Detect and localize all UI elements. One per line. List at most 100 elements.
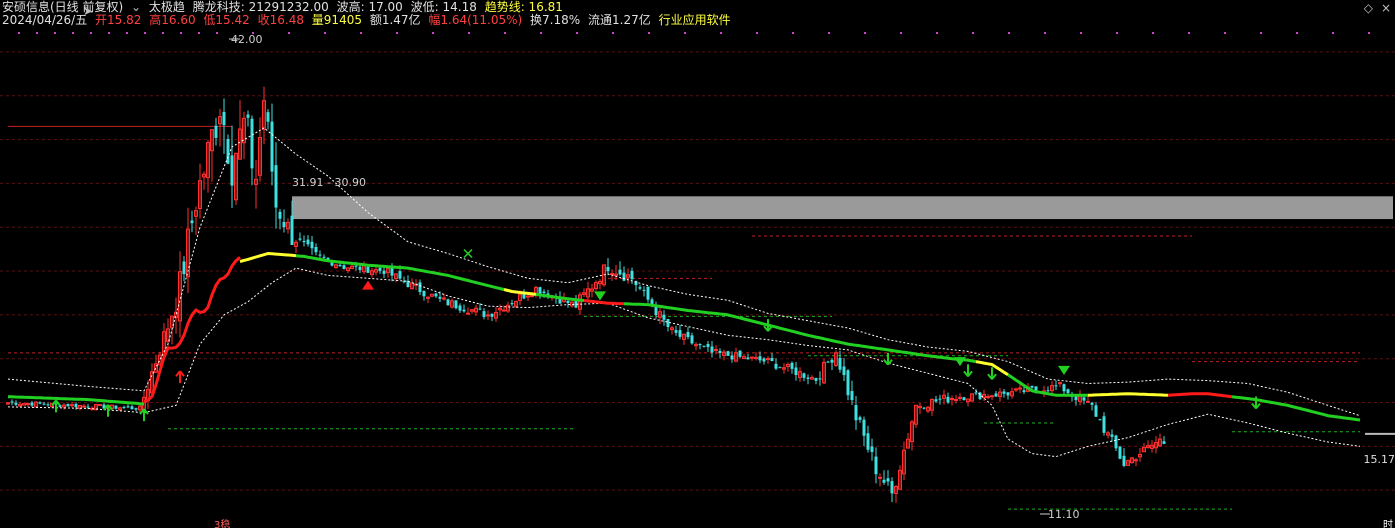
marker-dot (126, 32, 128, 34)
candle-body-down (662, 314, 666, 320)
marker-dot (1044, 32, 1046, 34)
candle-body-up (766, 357, 770, 360)
candle-body-down (322, 256, 326, 258)
candle-body-down (274, 165, 278, 208)
candle-body-down (126, 406, 130, 408)
quote-volume: 量91405 (311, 13, 362, 27)
candle-body-down (870, 446, 874, 452)
candle-body-down (310, 241, 314, 249)
candle-body-up (502, 309, 506, 312)
candle-body-down (214, 125, 218, 138)
candle-body-down (422, 290, 426, 297)
candle-body-down (1102, 416, 1106, 433)
candle-body-down (282, 221, 286, 228)
candle-body-down (1118, 446, 1122, 459)
marker-dot (648, 32, 650, 34)
candle-body-down (1114, 435, 1118, 449)
quote-amount: 额1.47亿 (369, 13, 421, 27)
candle-body-down (42, 403, 46, 405)
candle-body-down (774, 363, 778, 369)
candle-body-down (806, 377, 810, 379)
candle-body-down (418, 282, 422, 292)
candle-body-down (862, 419, 866, 436)
down-triangle-signal (954, 357, 966, 367)
candle-body-down (1162, 441, 1166, 444)
candle-body-down (1098, 419, 1102, 421)
candle-body-down (190, 220, 194, 224)
candle-body-down (298, 238, 302, 240)
candle-body-up (26, 403, 30, 406)
candle-body-down (542, 291, 546, 293)
marker-dot (198, 32, 200, 34)
trend-line-red (1167, 392, 1233, 399)
time-toggle-button[interactable]: 时 (1383, 516, 1393, 528)
candle-body-down (690, 335, 694, 344)
candle-body-down (266, 112, 270, 122)
candle-body-down (14, 402, 18, 405)
marker-dot (900, 32, 902, 34)
candle-body-down (222, 112, 226, 126)
candle-body-up (990, 395, 994, 398)
candle-body-down (718, 350, 722, 353)
candle-body-down (230, 155, 234, 186)
candle-body-down (74, 403, 78, 408)
candle-body-down (250, 118, 254, 169)
quote-high: 高16.60 (149, 13, 196, 27)
candle-body-down (706, 343, 710, 347)
marker-dot (1080, 32, 1082, 34)
quote-change: 幅1.64(11.05%) (428, 13, 523, 27)
trend-line-green (1231, 395, 1361, 422)
candle-body-down (1110, 434, 1114, 437)
upper-band-line (7, 127, 1361, 417)
up-triangle-signal (362, 280, 374, 290)
candle-body-down (698, 344, 702, 346)
candle-body-down (1002, 391, 1006, 394)
candle-body-down (866, 433, 870, 450)
marker-dot (324, 32, 326, 34)
candle-body-down (306, 239, 310, 245)
candle-body-down (1062, 384, 1066, 392)
candle-body-down (338, 264, 342, 267)
indicator-name[interactable]: 太极趋 (149, 0, 185, 14)
quote-float-cap: 流通1.27亿 (588, 13, 651, 27)
candle-body-up (1014, 388, 1018, 391)
marker-dot (1224, 32, 1226, 34)
quote-industry[interactable]: 行业应用软件 (659, 13, 731, 27)
candle-body-down (618, 269, 622, 275)
candle-body-down (366, 266, 370, 273)
trend-line-green (431, 271, 505, 291)
candle-body-down (358, 266, 362, 271)
stock-chart-window: { "header": { "stock_name": "安硕信息(日线 前复权… (0, 0, 1395, 528)
candle-body-down (398, 271, 402, 279)
candle-body-down (654, 306, 658, 316)
close-icon[interactable]: × (1381, 1, 1391, 15)
candle-body-down (746, 357, 750, 360)
candle-body-down (318, 254, 322, 256)
dropdown-icon[interactable]: ⌄ (131, 0, 141, 14)
candle-body-down (382, 270, 386, 274)
candle-body-down (738, 350, 742, 357)
candle-body-down (446, 299, 450, 306)
candle-body-down (838, 357, 842, 370)
candle-body-down (622, 272, 626, 281)
candle-body-down (1094, 405, 1098, 417)
marker-dot (1260, 32, 1262, 34)
wave-high: 波高: 17.00 (336, 0, 403, 14)
candle-body-up (1018, 387, 1022, 390)
candle-body-up (954, 399, 958, 402)
candle-body-down (122, 406, 126, 408)
candle-body-up (950, 398, 954, 401)
marker-dot (1368, 32, 1370, 34)
marker-dot (288, 32, 290, 34)
diamond-icon[interactable]: ◇ (1364, 1, 1373, 15)
marker-dot (216, 32, 218, 34)
candle-body-down (646, 286, 650, 300)
marker-dot (576, 32, 578, 34)
candle-body-down (46, 404, 50, 406)
candle-body-down (182, 261, 186, 275)
quote-low: 低15.42 (203, 13, 250, 27)
candle-body-up (714, 348, 718, 351)
candlestick-chart[interactable] (0, 0, 1395, 528)
candle-body-down (886, 478, 890, 482)
stock-name[interactable]: 安硕信息(日线 前复权) (2, 0, 123, 14)
